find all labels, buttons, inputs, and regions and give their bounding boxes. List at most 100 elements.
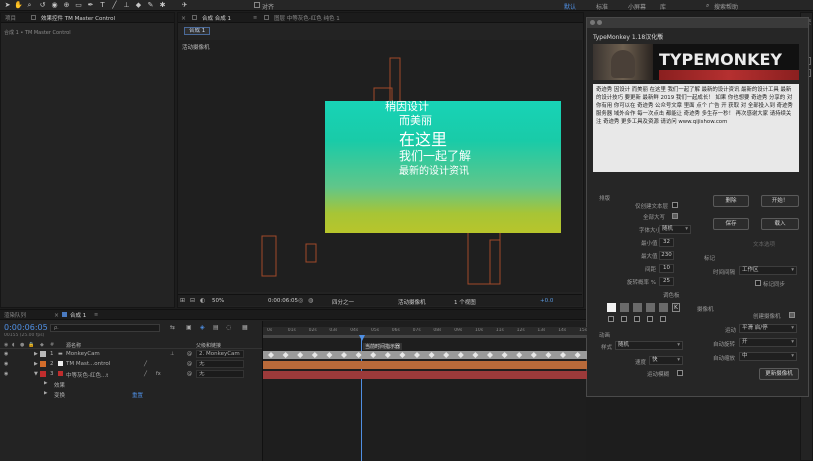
keyframe[interactable]: [268, 352, 274, 358]
workspace-small-screen[interactable]: 小屏幕: [628, 2, 646, 11]
workspace-library[interactable]: 库: [660, 2, 666, 11]
brush-tool-icon[interactable]: ╱: [110, 1, 119, 10]
pan-behind-tool-icon[interactable]: ⊕: [62, 1, 71, 10]
keyframe[interactable]: [472, 352, 479, 358]
expand-icon[interactable]: ▶: [34, 361, 38, 367]
rotate-tool-icon[interactable]: ↺: [38, 1, 47, 10]
gap-input[interactable]: 10: [659, 264, 674, 273]
column-source-name[interactable]: 源名称: [66, 342, 81, 349]
max-input[interactable]: 230: [659, 251, 674, 260]
rotation-input[interactable]: 25: [659, 277, 674, 286]
property-name[interactable]: 效果: [54, 381, 65, 389]
create-camera-checkbox[interactable]: [789, 312, 795, 318]
eye-icon[interactable]: ◉: [4, 371, 8, 377]
keyframe[interactable]: [384, 352, 391, 358]
search-help-input[interactable]: 搜索帮助: [714, 2, 738, 11]
lock-icon[interactable]: [192, 15, 197, 20]
menu-icon[interactable]: ≡: [657, 32, 662, 39]
keyframe[interactable]: [282, 352, 289, 358]
keyframe[interactable]: [297, 352, 304, 358]
tab-comp-1[interactable]: 合成 1: [70, 311, 86, 319]
minimize-icon[interactable]: [597, 20, 602, 25]
playhead-handle[interactable]: [359, 335, 365, 341]
workspace-default[interactable]: 默认: [564, 2, 576, 11]
motion-dropdown[interactable]: 平滑 启/停: [739, 324, 797, 333]
keyframe[interactable]: [501, 352, 508, 358]
resolution-dropdown[interactable]: 四分之一: [332, 298, 354, 306]
label-color[interactable]: [40, 361, 46, 367]
selection-tool-icon[interactable]: ➤: [3, 1, 12, 10]
channel-icon[interactable]: ◍: [308, 297, 313, 304]
work-area-bar[interactable]: [263, 335, 587, 338]
tab-composition[interactable]: 合成 合成 1: [202, 14, 231, 22]
eye-icon[interactable]: ◉: [4, 361, 8, 367]
keyframe[interactable]: [311, 352, 318, 358]
start-button[interactable]: 开始！: [761, 195, 799, 207]
expand-icon[interactable]: ▶: [34, 351, 38, 357]
reset-link[interactable]: 重置: [132, 391, 143, 399]
magnify-icon[interactable]: ⊞: [180, 297, 185, 304]
pick-whip-icon[interactable]: @: [187, 361, 192, 367]
camera-tool-icon[interactable]: ◉: [50, 1, 59, 10]
keyframe[interactable]: [574, 352, 581, 358]
clone-tool-icon[interactable]: ⊥: [122, 1, 131, 10]
keyframe[interactable]: [545, 352, 552, 358]
save-button[interactable]: 保存: [713, 218, 749, 230]
color-picker-icon[interactable]: K: [672, 303, 680, 312]
color-swatch-gray-1[interactable]: [620, 303, 629, 312]
keyframe[interactable]: [428, 352, 435, 358]
keyframe[interactable]: [414, 352, 420, 358]
column-parent[interactable]: 父级和链接: [196, 342, 221, 349]
pick-whip-icon[interactable]: @: [187, 371, 192, 377]
min-input[interactable]: 32: [659, 238, 674, 247]
fx-icon[interactable]: fx: [156, 371, 161, 377]
property-name[interactable]: 变换: [54, 391, 65, 399]
all-caps-checkbox[interactable]: [672, 213, 678, 219]
time-interval-dropdown[interactable]: 工作区: [739, 266, 797, 275]
label-color[interactable]: [40, 351, 46, 357]
collapse-icon[interactable]: ▼: [34, 371, 38, 377]
expand-icon[interactable]: ▶: [44, 391, 47, 396]
color-toggle-2[interactable]: [621, 316, 627, 322]
pen-tool-icon[interactable]: ✒: [86, 1, 95, 10]
pin-tool-icon[interactable]: ✈: [180, 1, 189, 10]
color-swatch-white[interactable]: [607, 303, 616, 312]
property-row[interactable]: ▶ 变换 重置: [0, 390, 262, 399]
close-icon[interactable]: ×: [54, 312, 59, 319]
layer-name[interactable]: 中等灰色-红色...t: [66, 371, 108, 379]
mask-icon[interactable]: ◐: [200, 297, 205, 304]
load-button[interactable]: 载入: [761, 218, 799, 230]
grid-icon[interactable]: ⊟: [190, 297, 195, 304]
keyframe[interactable]: [326, 352, 333, 358]
timecode-display[interactable]: 0:00:06:05: [268, 298, 298, 304]
font-size-dropdown[interactable]: 随机: [659, 225, 691, 234]
tab-effect-controls[interactable]: 效果控件 TM Master Control: [41, 14, 115, 22]
motion-blur-icon[interactable]: ◌: [226, 324, 231, 331]
speed-dropdown[interactable]: 快: [649, 356, 683, 365]
timeline-timecode[interactable]: 0:00:06:05: [4, 323, 48, 332]
shy-icon[interactable]: ◈: [200, 324, 205, 331]
keyframe[interactable]: [516, 352, 523, 358]
exposure-offset[interactable]: +0.0: [540, 298, 553, 304]
motion-blur-checkbox[interactable]: [677, 370, 683, 376]
clear-button[interactable]: 删除: [713, 195, 749, 207]
close-icon[interactable]: ×: [181, 15, 186, 22]
parent-dropdown[interactable]: 无: [196, 360, 244, 368]
eraser-tool-icon[interactable]: ◆: [134, 1, 143, 10]
keyframe[interactable]: [355, 352, 362, 358]
quality-icon[interactable]: ╱: [144, 361, 147, 367]
timeline-track-area[interactable]: 0s 01s 02s 03s 04s 05s 06s 07s 08s 09s 10s 11s 12s 13…: [262, 321, 587, 461]
views-dropdown[interactable]: 1 个视图: [454, 298, 476, 306]
parent-dropdown[interactable]: 无: [196, 370, 244, 378]
search-icon[interactable]: ⌕: [706, 2, 709, 10]
type-tool-icon[interactable]: T: [98, 1, 107, 10]
color-toggle-4[interactable]: [647, 316, 653, 322]
keyframe[interactable]: [341, 352, 347, 358]
auto-zoom-dropdown[interactable]: 中: [739, 352, 797, 361]
tab-layer[interactable]: 图层 中等灰色-红色 纯色 1: [274, 14, 340, 22]
tab-render-queue[interactable]: 渲染队列: [4, 311, 26, 319]
style-dropdown[interactable]: 随机: [615, 341, 683, 350]
roto-tool-icon[interactable]: ✎: [146, 1, 155, 10]
layer-row[interactable]: ◉ ▶ 1 ▬ MonkeyCam ⊥ @ 2. MonkeyCam: [0, 350, 262, 359]
eye-icon[interactable]: ◉: [4, 351, 8, 357]
